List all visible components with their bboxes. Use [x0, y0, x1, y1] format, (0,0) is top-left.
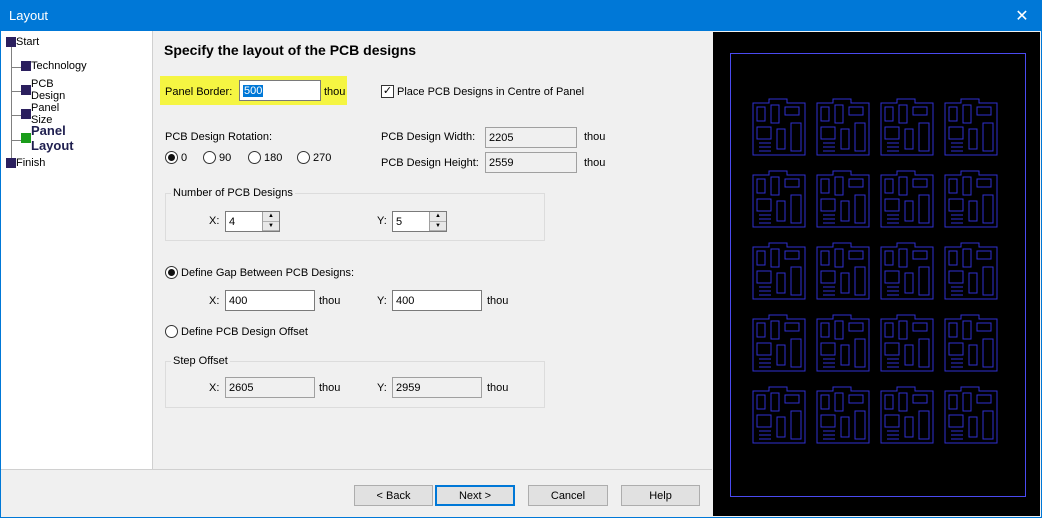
centre-label: Place PCB Designs in Centre of Panel [397, 86, 585, 98]
tree-item-start[interactable]: Start [6, 36, 39, 48]
gap-y-unit: thou [487, 295, 509, 307]
step-x-field: 2605 [225, 377, 315, 398]
pcb-board [943, 313, 999, 373]
gap-label: Define Gap Between PCB Designs: [181, 267, 355, 279]
step-icon [6, 158, 16, 168]
width-unit: thou [584, 131, 606, 143]
title-bar: Layout ✕ [0, 0, 1042, 31]
pcb-board [815, 241, 871, 301]
back-button[interactable]: < Back [354, 485, 433, 506]
cancel-button[interactable]: Cancel [528, 485, 608, 506]
height-field: 2559 [485, 152, 577, 173]
step-icon [21, 61, 31, 71]
pcb-board [943, 385, 999, 445]
tree-item-panel-size[interactable]: Panel Size [21, 102, 59, 126]
pcb-board [815, 97, 871, 157]
gap-x-input[interactable]: 400 [225, 290, 315, 311]
pcb-board [879, 385, 935, 445]
pcb-board [751, 313, 807, 373]
spin-up-icon[interactable]: ▲ [263, 212, 279, 222]
panel-border-label: Panel Border: [165, 86, 233, 98]
gap-y-input[interactable]: 400 [392, 290, 482, 311]
pcb-board [751, 169, 807, 229]
pcb-board [751, 97, 807, 157]
offset-label: Define PCB Design Offset [181, 326, 308, 338]
step-x-unit: thou [319, 382, 341, 394]
tree-branch [12, 91, 21, 92]
step-icon [21, 109, 31, 119]
pcb-board [751, 385, 807, 445]
number-x-label: X: [209, 215, 220, 227]
tree-branch [12, 140, 21, 141]
tree-branch [12, 67, 21, 68]
step-y-unit: thou [487, 382, 509, 394]
pcb-board [751, 241, 807, 301]
step-x-label: X: [209, 382, 220, 394]
panel-preview [713, 32, 1040, 516]
tree-item-finish[interactable]: Finish [6, 157, 45, 169]
number-y-spin[interactable]: ▲ ▼ [429, 212, 446, 231]
spin-down-icon[interactable]: ▼ [430, 221, 446, 231]
rotation-label: PCB Design Rotation: [165, 131, 272, 143]
panel-border-input[interactable]: 500 [239, 80, 321, 101]
step-y-label: Y: [377, 382, 387, 394]
pcb-board [879, 97, 935, 157]
tree-item-panel-layout[interactable]: Panel Layout [21, 123, 74, 153]
rotation-0-label: 0 [181, 152, 188, 164]
pcb-board [815, 313, 871, 373]
window-title: Layout [9, 8, 49, 23]
next-button[interactable]: Next > [435, 485, 515, 506]
width-label: PCB Design Width: [381, 131, 476, 143]
step-y-field: 2959 [392, 377, 482, 398]
gap-x-unit: thou [319, 295, 341, 307]
spin-down-icon[interactable]: ▼ [263, 221, 279, 231]
gap-x-label: X: [209, 295, 220, 307]
tree-item-technology[interactable]: Technology [21, 60, 87, 72]
width-field: 2205 [485, 127, 577, 148]
panel-border-unit: thou [324, 86, 346, 98]
rotation-180-label: 180 [264, 152, 283, 164]
rotation-180-radio[interactable] [248, 151, 261, 164]
pcb-board [879, 313, 935, 373]
rotation-0-radio[interactable] [165, 151, 178, 164]
number-group [165, 193, 545, 241]
rotation-270-radio[interactable] [297, 151, 310, 164]
pcb-board [815, 169, 871, 229]
tree-connector [11, 45, 12, 165]
tree-item-pcb-design[interactable]: PCB Design [21, 78, 65, 102]
close-icon[interactable]: ✕ [1002, 0, 1042, 31]
wizard-step-tree: Start Technology PCB Design Panel Size P… [1, 31, 153, 469]
rotation-90-radio[interactable] [203, 151, 216, 164]
help-button[interactable]: Help [621, 485, 700, 506]
pcb-board [879, 241, 935, 301]
step-icon [21, 133, 31, 143]
height-label: PCB Design Height: [381, 157, 479, 169]
spin-up-icon[interactable]: ▲ [430, 212, 446, 222]
centre-checkbox[interactable]: ✓ [381, 85, 394, 98]
offset-radio[interactable] [165, 325, 178, 338]
rotation-90-label: 90 [219, 152, 232, 164]
pcb-board [815, 385, 871, 445]
pcb-board [943, 97, 999, 157]
page-title: Specify the layout of the PCB designs [164, 42, 417, 58]
number-y-label: Y: [377, 215, 387, 227]
step-icon [6, 37, 16, 47]
pcb-board [879, 169, 935, 229]
pcb-board [943, 169, 999, 229]
pcb-board [943, 241, 999, 301]
rotation-270-label: 270 [313, 152, 332, 164]
height-unit: thou [584, 157, 606, 169]
gap-radio[interactable] [165, 266, 178, 279]
gap-y-label: Y: [377, 295, 387, 307]
tree-branch [12, 115, 21, 116]
step-offset-title: Step Offset [171, 355, 230, 367]
number-x-spin[interactable]: ▲ ▼ [262, 212, 279, 231]
number-group-title: Number of PCB Designs [171, 187, 295, 199]
step-icon [21, 85, 31, 95]
